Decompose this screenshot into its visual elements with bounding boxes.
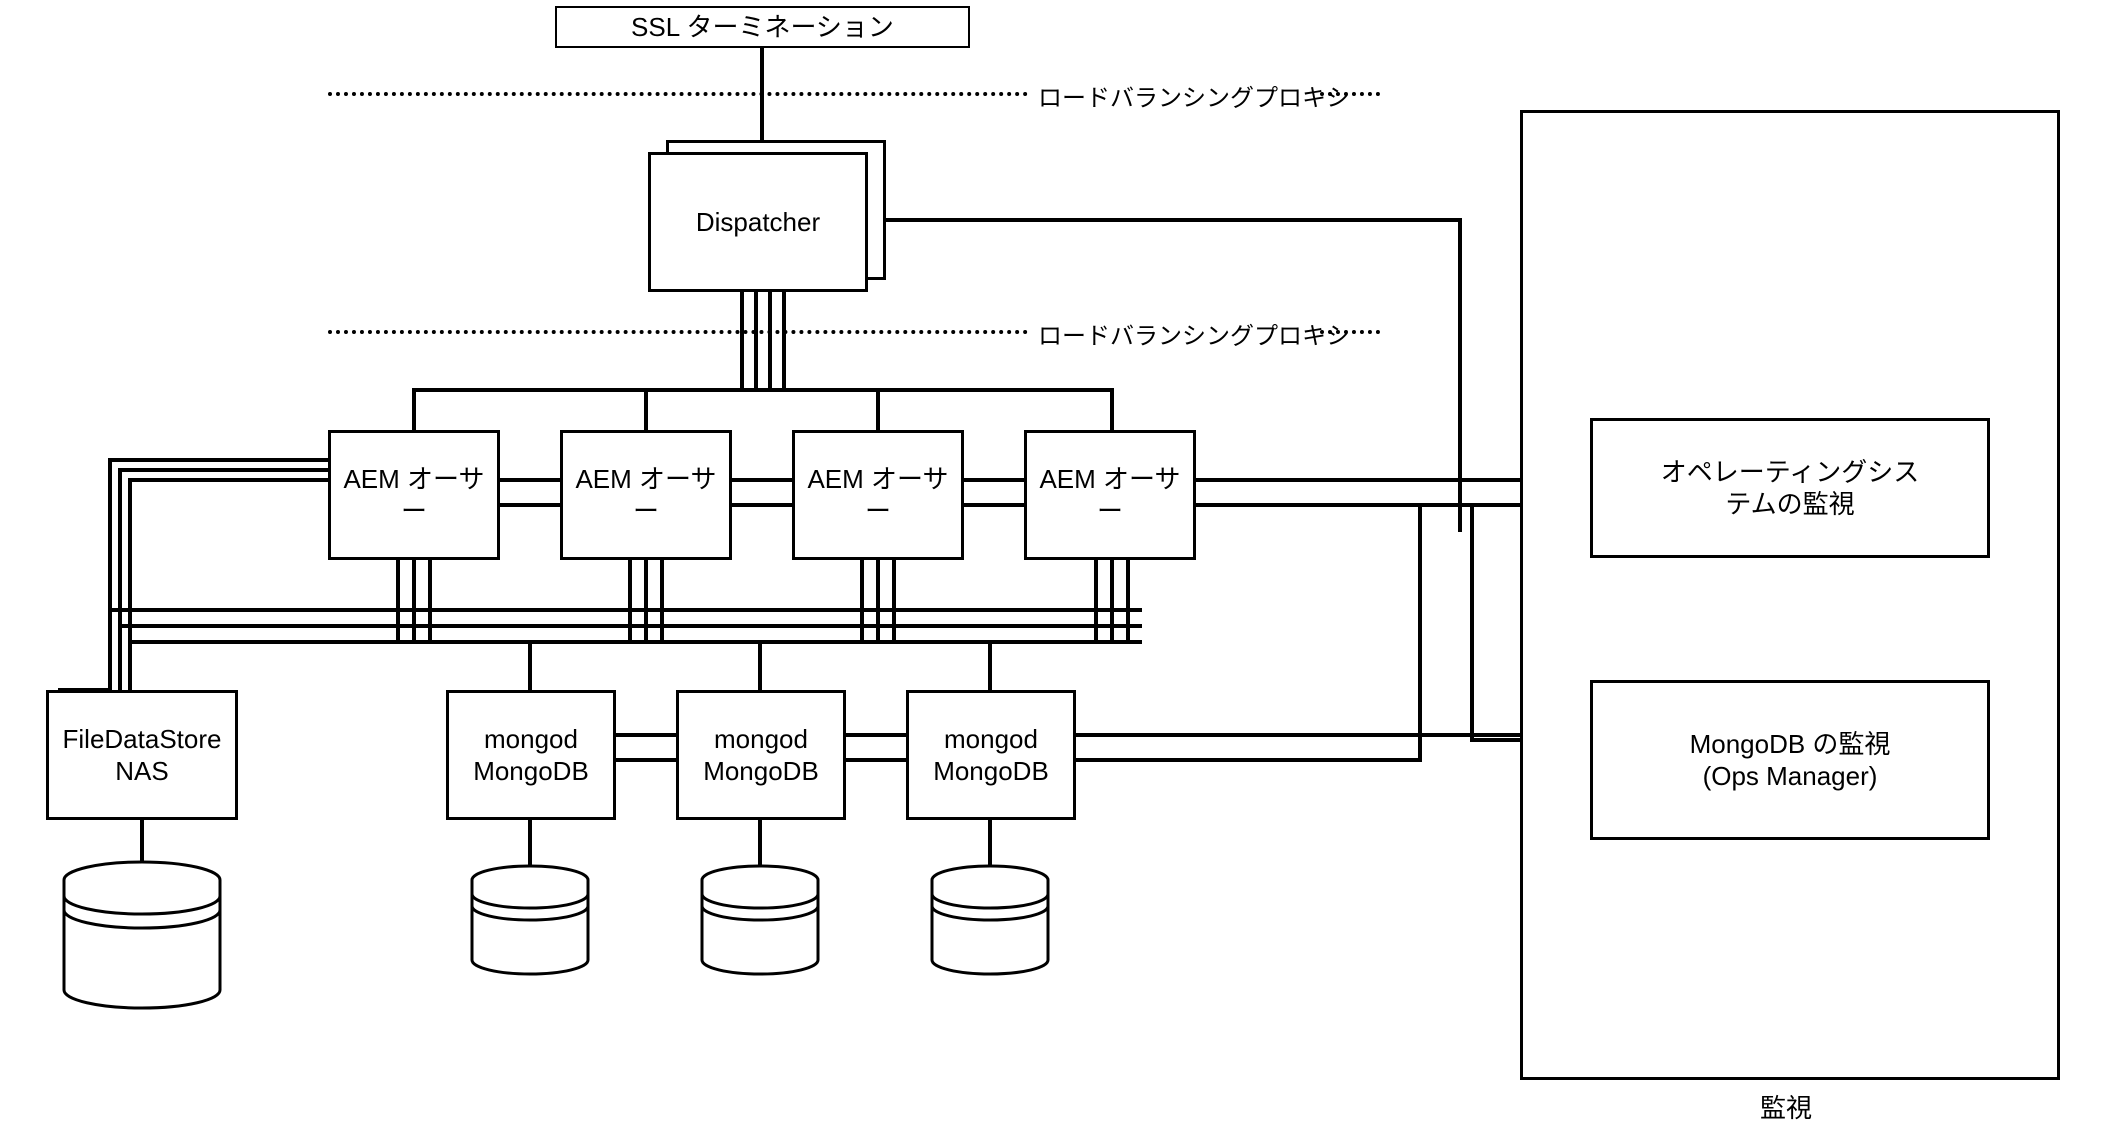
load-balance-rail-1 <box>328 92 1028 96</box>
load-balance-label-1: ロードバランシングプロキシ <box>1038 78 1350 113</box>
aem-author-1: AEM オーサー <box>328 430 500 560</box>
mongod-1: mongod MongoDB <box>446 690 616 820</box>
load-balance-label-2: ロードバランシングプロキシ <box>1038 316 1350 351</box>
filedatastore-box: FileDataStore NAS <box>46 690 238 820</box>
dispatcher-box: Dispatcher <box>648 152 868 292</box>
ssl-termination-label: SSL ターミネーション <box>631 11 894 44</box>
aem-author-1-label: AEM オーサー <box>335 463 493 528</box>
load-balance-rail-2 <box>328 330 1028 334</box>
aem-author-4: AEM オーサー <box>1024 430 1196 560</box>
aem-author-2-label: AEM オーサー <box>567 463 725 528</box>
aem-author-4-label: AEM オーサー <box>1031 463 1189 528</box>
aem-author-3-label: AEM オーサー <box>799 463 957 528</box>
monitor-caption: 監視 <box>1760 1088 1812 1125</box>
aem-author-2: AEM オーサー <box>560 430 732 560</box>
ssl-termination-box: SSL ターミネーション <box>555 6 970 48</box>
monitor-frame <box>1520 110 2060 1080</box>
load-balance-rail-1b <box>1320 92 1380 96</box>
aem-author-3: AEM オーサー <box>792 430 964 560</box>
mongod-2: mongod MongoDB <box>676 690 846 820</box>
filedatastore-label: FileDataStore NAS <box>63 723 222 788</box>
mongodb-monitor-box: MongoDB の監視 (Ops Manager) <box>1590 680 1990 840</box>
os-monitor-box: オペレーティングシス テムの監視 <box>1590 418 1990 558</box>
load-balance-rail-2b <box>1320 330 1380 334</box>
dispatcher-label: Dispatcher <box>696 206 820 239</box>
mongod-3: mongod MongoDB <box>906 690 1076 820</box>
